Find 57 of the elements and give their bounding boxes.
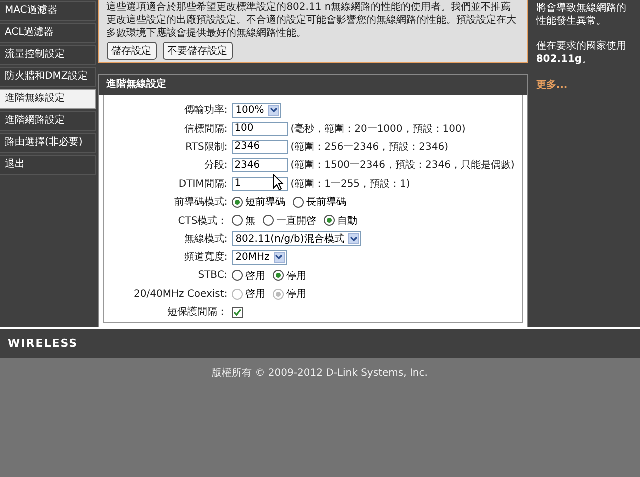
field-label: 信標間隔: — [183, 122, 229, 136]
field-label: 無線模式: — [183, 232, 229, 246]
copyright-text: 版權所有 © 2009-2012 D-Link Systems, Inc. — [212, 366, 428, 380]
brand-logo: WIRELESS — [8, 337, 78, 350]
field-label: 前導碼模式: — [173, 196, 229, 210]
field-label: 短保護間隔： — [166, 306, 229, 320]
field-label: CTS模式： — [177, 214, 229, 228]
input-field[interactable]: 2346 — [232, 158, 288, 172]
field-label: 傳輸功率: — [183, 104, 229, 118]
field-label: DTIM間隔: — [178, 178, 229, 191]
radio-button[interactable] — [262, 215, 274, 226]
range-hint: (範圍：256一2346，預設：2346) — [290, 140, 448, 154]
radio-label: 自動 — [338, 214, 358, 228]
radio-label: 停用 — [286, 288, 307, 302]
sidebar-item[interactable]: 流量控制設定 — [0, 45, 96, 65]
range-hint: (範圍：1500一2346，預設：2346，只能是偶數) — [290, 158, 515, 172]
radio-button[interactable] — [272, 270, 284, 282]
more-link[interactable]: 更多... — [536, 80, 568, 91]
field-label: RTS限制: — [184, 140, 229, 154]
radio-label: 啓用 — [246, 288, 266, 302]
radio-label: 長前導碼 — [306, 196, 347, 210]
radio-button[interactable] — [324, 215, 335, 226]
radio-label: 停用 — [286, 270, 307, 283]
sidebar-item[interactable]: 進階無線設定 — [0, 89, 96, 109]
save-button[interactable]: 儲存設定 — [106, 42, 157, 60]
radio-button[interactable] — [292, 196, 304, 208]
sidebar-item[interactable]: 退出 — [0, 155, 96, 175]
radio-button[interactable] — [232, 270, 243, 282]
field-label: 頻道寬度: — [183, 250, 229, 264]
checkbox[interactable] — [232, 306, 243, 318]
help-text: 將會導致無線網路的性能發生異常。 — [536, 2, 628, 28]
sidebar-item[interactable]: ACL過濾器 — [0, 23, 96, 43]
dropdown[interactable]: 802.11(n/g/b)混合模式 — [232, 231, 362, 246]
sidebar-item[interactable]: MAC過濾器 — [0, 1, 96, 21]
mouse-cursor-icon — [273, 174, 284, 191]
field-label: 20/40MHz Coexist: — [133, 288, 229, 300]
dropdown[interactable]: 20MHz — [232, 250, 287, 265]
help-text: 僅在要求的國家使用802.11g。 — [536, 40, 628, 66]
intro-text: 這些選項適合於那些希望更改標準設定的802.11 n無線網路的性能的使用者。我們並不推薦更改這些設定的出廠預設設定。不合適的設定可能會影響您的無線網路的性能。預設設定在大多數環境下應該會提供最好的無線網路性能。 — [106, 1, 518, 40]
range-hint: (毫秒，範圍：20一1000，預設：100) — [290, 122, 466, 136]
radio-label: 短前導碼 — [246, 196, 286, 210]
cancel-button[interactable]: 不要儲存設定 — [162, 42, 233, 60]
dropdown[interactable]: 100% — [232, 102, 282, 118]
radio-label: 一直開啓 — [276, 214, 317, 228]
input-field[interactable]: 100 — [232, 122, 288, 136]
radio-button[interactable] — [232, 196, 243, 208]
input-field[interactable]: 2346 — [232, 140, 288, 154]
field-label: STBC: — [197, 270, 229, 282]
radio-label: 無 — [246, 214, 256, 228]
radio-button[interactable] — [232, 215, 243, 226]
field-label: 分段: — [203, 159, 229, 172]
radio-label: 啓用 — [246, 270, 266, 283]
section-title: 進階無線設定 — [98, 75, 528, 95]
sidebar-item[interactable]: 進階網路設定 — [0, 111, 96, 131]
sidebar-item[interactable]: 防火牆和DMZ設定 — [0, 67, 96, 87]
range-hint: (範圍：1一255，預設：1) — [290, 178, 410, 191]
sidebar-item[interactable]: 路由選擇(非必要) — [0, 133, 96, 153]
